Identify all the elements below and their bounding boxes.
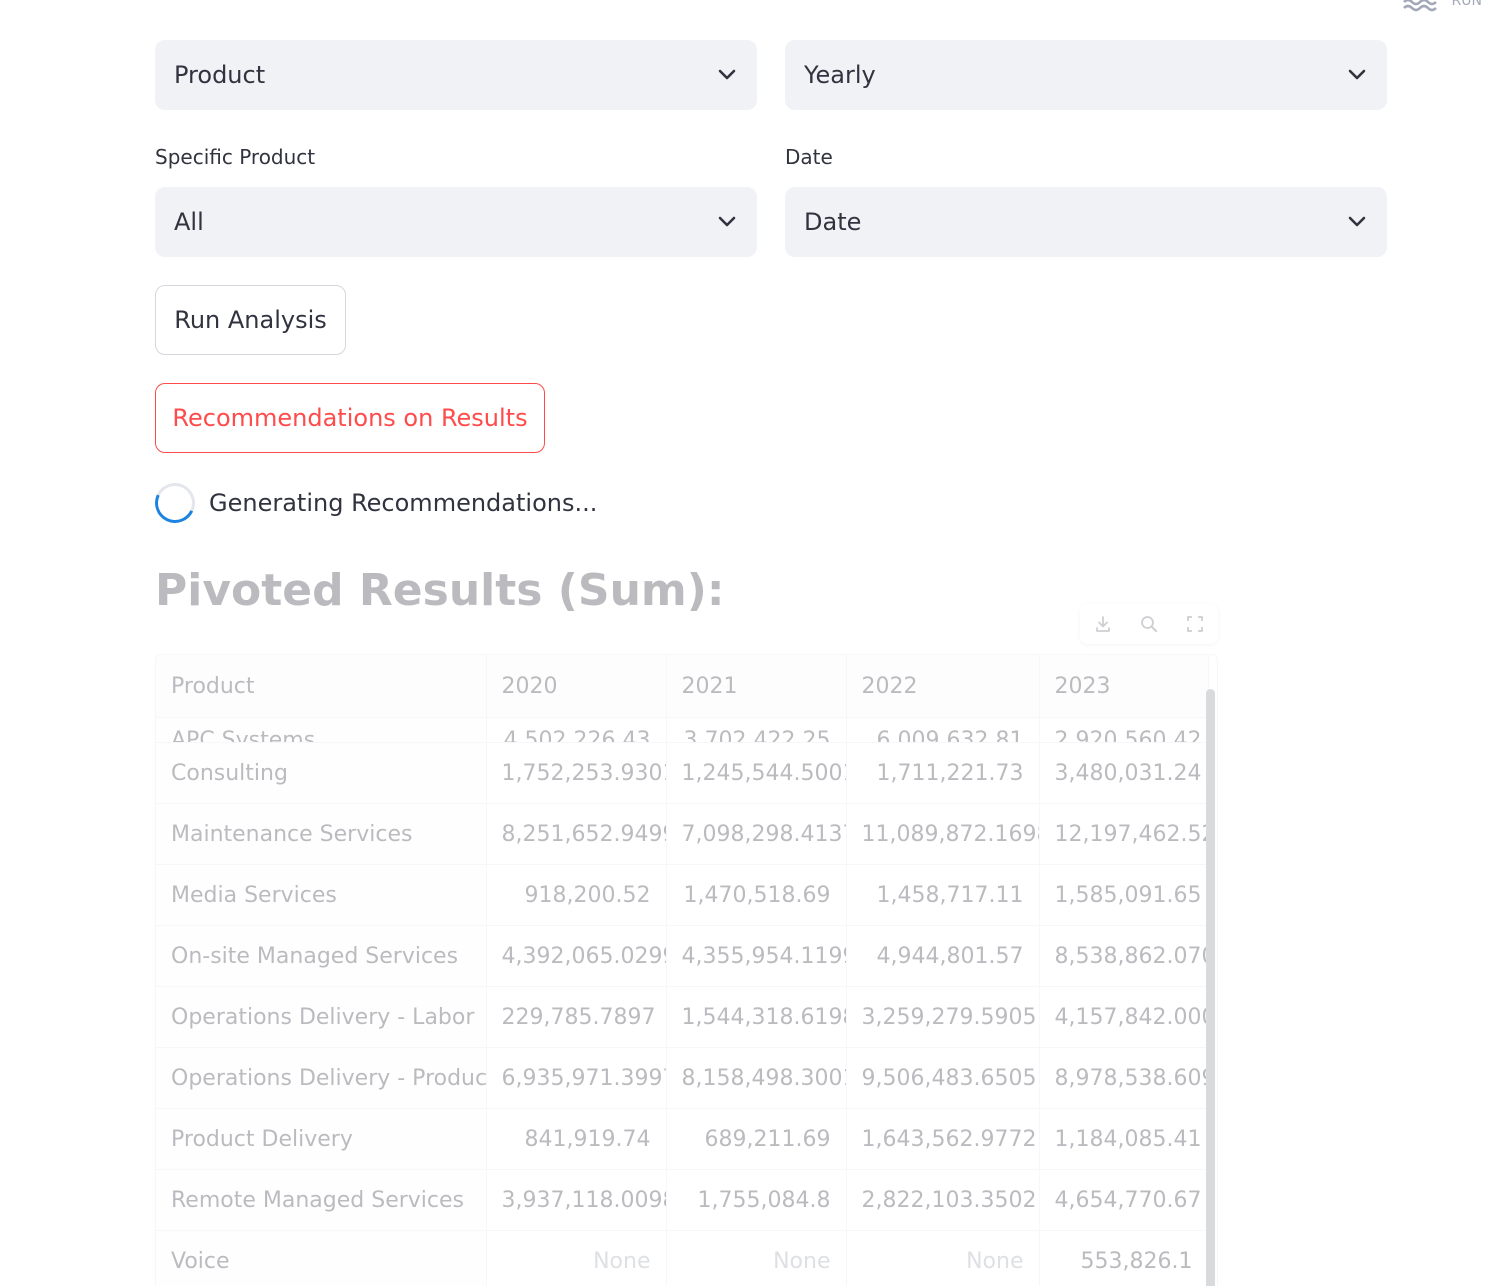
- category-select-value: Product: [174, 61, 266, 89]
- table-cell: 6,009,632.81: [846, 717, 1040, 743]
- recommendations-button[interactable]: Recommendations on Results: [155, 383, 545, 453]
- table-cell: 1,544,318.6198: [666, 986, 847, 1048]
- table-cell: 1,643,562.9772: [846, 1108, 1040, 1170]
- table-cell: APC Systems: [156, 717, 487, 743]
- table-cell: 841,919.74: [486, 1108, 667, 1170]
- period-select-value: Yearly: [804, 61, 876, 89]
- table-cell: 3,259,279.5905: [846, 986, 1040, 1048]
- table-cell: Operations Delivery - Labor: [156, 986, 487, 1048]
- running-status-label: RUN: [1451, 0, 1482, 9]
- table-cell: 4,157,842.0002: [1039, 986, 1209, 1048]
- table-cell: 1,755,084.8: [666, 1169, 847, 1231]
- specific-product-select[interactable]: All: [155, 187, 757, 257]
- table-row[interactable]: Product Delivery 841,919.74 689,211.69 1,64…: [156, 1108, 1209, 1170]
- generating-status: Generating Recommendations...: [149, 477, 598, 529]
- fullscreen-icon[interactable]: [1180, 609, 1210, 639]
- chevron-down-icon: [716, 211, 738, 233]
- generating-status-text: Generating Recommendations...: [209, 489, 598, 517]
- table-cell: Voice: [156, 1230, 487, 1286]
- column-header[interactable]: 2023: [1039, 655, 1209, 718]
- column-header[interactable]: Product: [156, 655, 487, 718]
- table-cell: Operations Delivery - Product: [156, 1047, 487, 1109]
- table-cell: 7,098,298.4137: [666, 803, 847, 865]
- table-cell: 8,978,538.6097: [1039, 1047, 1209, 1109]
- running-status-widget: RUN: [1402, 0, 1482, 12]
- table-cell: 553,826.1: [1039, 1230, 1209, 1286]
- period-select[interactable]: Yearly: [785, 40, 1387, 110]
- table-cell: 4,502,226.43: [486, 717, 667, 743]
- table-cell: None: [666, 1230, 847, 1286]
- table-cell: 11,089,872.1698: [846, 803, 1040, 865]
- date-label: Date: [785, 145, 833, 169]
- run-analysis-button[interactable]: Run Analysis: [155, 285, 346, 355]
- table-cell: 4,944,801.57: [846, 925, 1040, 987]
- app-page: RUN Product Yearly Specific Product Date…: [0, 0, 1492, 1286]
- table-cell: 12,197,462.52: [1039, 803, 1209, 865]
- column-header[interactable]: 2020: [486, 655, 667, 718]
- table-cell: 1,470,518.69: [666, 864, 847, 926]
- table-cell: 2,822,103.3502: [846, 1169, 1040, 1231]
- table-row[interactable]: Operations Delivery - Labor 229,785.7897 1…: [156, 986, 1209, 1048]
- date-select-value: Date: [804, 208, 862, 236]
- table-cell: 3,480,031.24: [1039, 742, 1209, 804]
- table-cell: Maintenance Services: [156, 803, 487, 865]
- table-row[interactable]: Maintenance Services 8,251,652.9499 7,098,…: [156, 803, 1209, 865]
- download-icon[interactable]: [1088, 609, 1118, 639]
- table-row[interactable]: Consulting 1,752,253.9301 1,245,544.5001 1,…: [156, 742, 1209, 804]
- table-cell: 1,458,717.11: [846, 864, 1040, 926]
- table-scrollbar[interactable]: [1206, 689, 1215, 1286]
- table-cell: 229,785.7897: [486, 986, 667, 1048]
- table-cell: 1,752,253.9301: [486, 742, 667, 804]
- table-cell: 1,585,091.65: [1039, 864, 1209, 926]
- table-toolbar: [1080, 604, 1218, 644]
- table-cell: Product Delivery: [156, 1108, 487, 1170]
- specific-product-label: Specific Product: [155, 145, 316, 169]
- column-header[interactable]: 2021: [666, 655, 847, 718]
- table-cell: 8,158,498.3001: [666, 1047, 847, 1109]
- table-cell: Media Services: [156, 864, 487, 926]
- table-cell: 3,702,422.25: [666, 717, 847, 743]
- table-cell: 689,211.69: [666, 1108, 847, 1170]
- table-row[interactable]: Voice None None None 553,826.1: [156, 1230, 1209, 1286]
- table-row[interactable]: APC Systems 4,502,226.43 3,702,422.25 6,…: [156, 717, 1209, 743]
- table-cell: 8,251,652.9499: [486, 803, 667, 865]
- table-cell: 1,184,085.41: [1039, 1108, 1209, 1170]
- table-cell: Remote Managed Services: [156, 1169, 487, 1231]
- table-cell: 1,711,221.73: [846, 742, 1040, 804]
- date-select[interactable]: Date: [785, 187, 1387, 257]
- table-cell: None: [846, 1230, 1040, 1286]
- table-row[interactable]: Remote Managed Services 3,937,118.0098 1,7…: [156, 1169, 1209, 1231]
- table-cell: 2,920,560.42: [1039, 717, 1209, 743]
- table-header-row: Product 2020 2021 2022 2023: [156, 655, 1209, 718]
- table-cell: Consulting: [156, 742, 487, 804]
- table-cell: 6,935,971.3997: [486, 1047, 667, 1109]
- table-cell: 4,355,954.1199: [666, 925, 847, 987]
- table-cell: On-site Managed Services: [156, 925, 487, 987]
- chevron-down-icon: [1346, 64, 1368, 86]
- table-cell: 918,200.52: [486, 864, 667, 926]
- table-cell: 3,937,118.0098: [486, 1169, 667, 1231]
- category-select[interactable]: Product: [155, 40, 757, 110]
- loading-spinner-icon: [149, 477, 201, 529]
- search-icon[interactable]: [1134, 609, 1164, 639]
- results-title: Pivoted Results (Sum):: [155, 565, 725, 616]
- table-cell: 4,654,770.67: [1039, 1169, 1209, 1231]
- table-row[interactable]: Media Services 918,200.52 1,470,518.69 1,45…: [156, 864, 1209, 926]
- table-cell: None: [486, 1230, 667, 1286]
- chevron-down-icon: [1346, 211, 1368, 233]
- table-row[interactable]: On-site Managed Services 4,392,065.0299 4,…: [156, 925, 1209, 987]
- column-header[interactable]: 2022: [846, 655, 1040, 718]
- table-row[interactable]: Operations Delivery - Product 6,935,971.3…: [156, 1047, 1209, 1109]
- specific-product-value: All: [174, 208, 204, 236]
- table-cell: 9,506,483.6505: [846, 1047, 1040, 1109]
- results-table[interactable]: Product 2020 2021 2022 2023 APC Systems …: [155, 654, 1218, 1286]
- table-cell: 8,538,862.0702: [1039, 925, 1209, 987]
- chevron-down-icon: [716, 64, 738, 86]
- table-cell: 1,245,544.5001: [666, 742, 847, 804]
- swimmer-icon: [1402, 0, 1440, 12]
- table-cell: 4,392,065.0299: [486, 925, 667, 987]
